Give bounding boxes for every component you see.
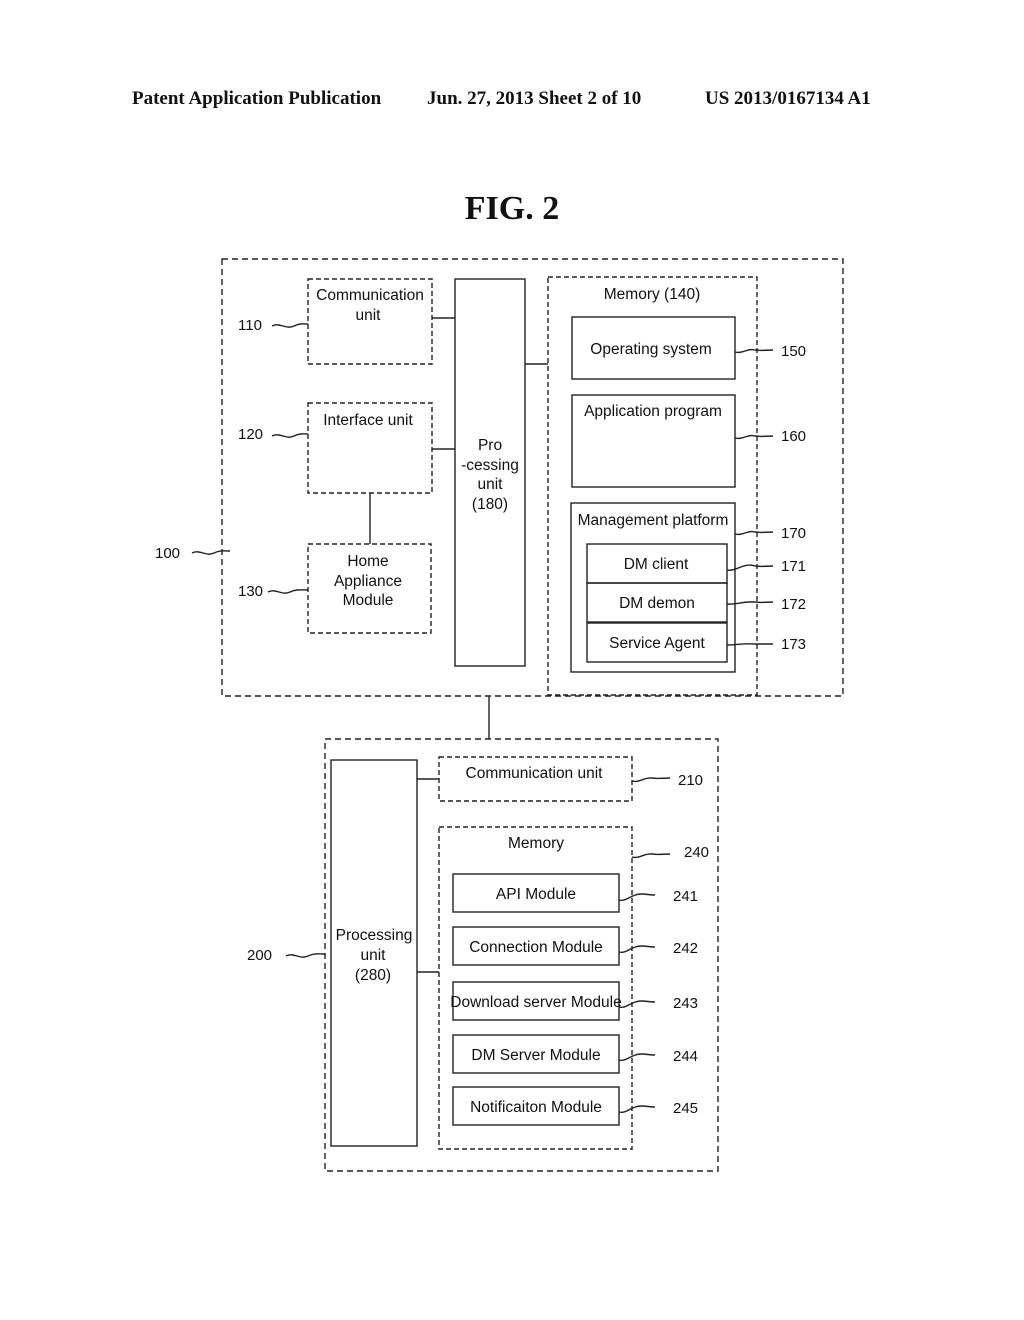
service-agent-label: Service Agent bbox=[609, 635, 705, 652]
ref-110: 110 bbox=[238, 317, 262, 334]
device-100-boundary bbox=[221, 258, 844, 697]
api-module-label: API Module bbox=[496, 886, 576, 903]
leader-200 bbox=[285, 953, 326, 958]
memory-140-box bbox=[547, 276, 758, 696]
leader-170 bbox=[734, 530, 774, 536]
communication-unit-110-label-2: unit bbox=[356, 307, 382, 324]
dm-server-module-label: DM Server Module bbox=[471, 1047, 600, 1064]
connection-module-label: Connection Module bbox=[469, 939, 603, 956]
block-diagram: Communication unit 110 Interface unit 12… bbox=[155, 258, 844, 1172]
interface-unit-120-label: Interface unit bbox=[323, 412, 413, 429]
ref-100: 100 bbox=[155, 545, 180, 562]
ref-173: 173 bbox=[781, 636, 806, 653]
ref-245: 245 bbox=[673, 1100, 698, 1117]
communication-unit-210-label: Communication unit bbox=[466, 765, 604, 782]
download-server-module-label: Download server Module bbox=[450, 994, 621, 1011]
memory-240-label: Memory bbox=[508, 835, 564, 852]
memory-140-label: Memory (140) bbox=[604, 286, 700, 303]
leader-171 bbox=[726, 564, 774, 571]
ref-130: 130 bbox=[238, 583, 263, 600]
ref-240: 240 bbox=[684, 844, 709, 861]
processing-unit-280-label-3: (280) bbox=[355, 967, 391, 984]
leader-120 bbox=[271, 433, 309, 438]
leader-244 bbox=[618, 1053, 656, 1062]
dm-client-label: DM client bbox=[624, 556, 689, 573]
management-platform-label: Management platform bbox=[578, 512, 729, 529]
leader-242 bbox=[618, 945, 656, 954]
leader-210 bbox=[631, 777, 671, 783]
leader-243 bbox=[618, 1000, 656, 1009]
ref-172: 172 bbox=[781, 596, 806, 613]
leader-110 bbox=[271, 323, 309, 328]
home-appliance-label-1: Home bbox=[347, 553, 388, 570]
leader-245 bbox=[618, 1105, 656, 1114]
leader-130 bbox=[267, 589, 309, 594]
ref-241: 241 bbox=[673, 888, 698, 905]
ref-244: 244 bbox=[673, 1048, 698, 1065]
leader-241 bbox=[618, 893, 656, 902]
home-appliance-label-2: Appliance bbox=[334, 573, 402, 590]
leader-172 bbox=[726, 601, 774, 605]
communication-unit-110-label-1: Communication bbox=[316, 287, 424, 304]
ref-200: 200 bbox=[247, 947, 272, 964]
processing-unit-180-label-4: (180) bbox=[472, 496, 508, 513]
processing-unit-180-label-3: unit bbox=[478, 476, 504, 493]
processing-unit-180-label-1: Pro bbox=[478, 437, 502, 454]
processing-unit-280-label-1: Processing bbox=[336, 927, 413, 944]
ref-160: 160 bbox=[781, 428, 806, 445]
ref-210: 210 bbox=[678, 772, 703, 789]
processing-unit-280-label-2: unit bbox=[361, 947, 387, 964]
ref-170: 170 bbox=[781, 525, 806, 542]
leader-100 bbox=[191, 550, 231, 555]
ref-120: 120 bbox=[238, 426, 263, 443]
dm-demon-label: DM demon bbox=[619, 595, 695, 612]
operating-system-label: Operating system bbox=[590, 341, 711, 358]
home-appliance-label-3: Module bbox=[343, 592, 394, 609]
ref-171: 171 bbox=[781, 558, 806, 575]
ref-242: 242 bbox=[673, 940, 698, 957]
ref-243: 243 bbox=[673, 995, 698, 1012]
application-program-label: Application program bbox=[584, 403, 722, 420]
leader-150 bbox=[734, 348, 774, 354]
leader-173 bbox=[726, 643, 773, 646]
leader-160 bbox=[734, 434, 774, 440]
notification-module-label: Notificaiton Module bbox=[470, 1099, 602, 1116]
leader-240 bbox=[631, 853, 671, 859]
ref-150: 150 bbox=[781, 343, 806, 360]
processing-unit-180-label-2: -cessing bbox=[461, 457, 519, 474]
